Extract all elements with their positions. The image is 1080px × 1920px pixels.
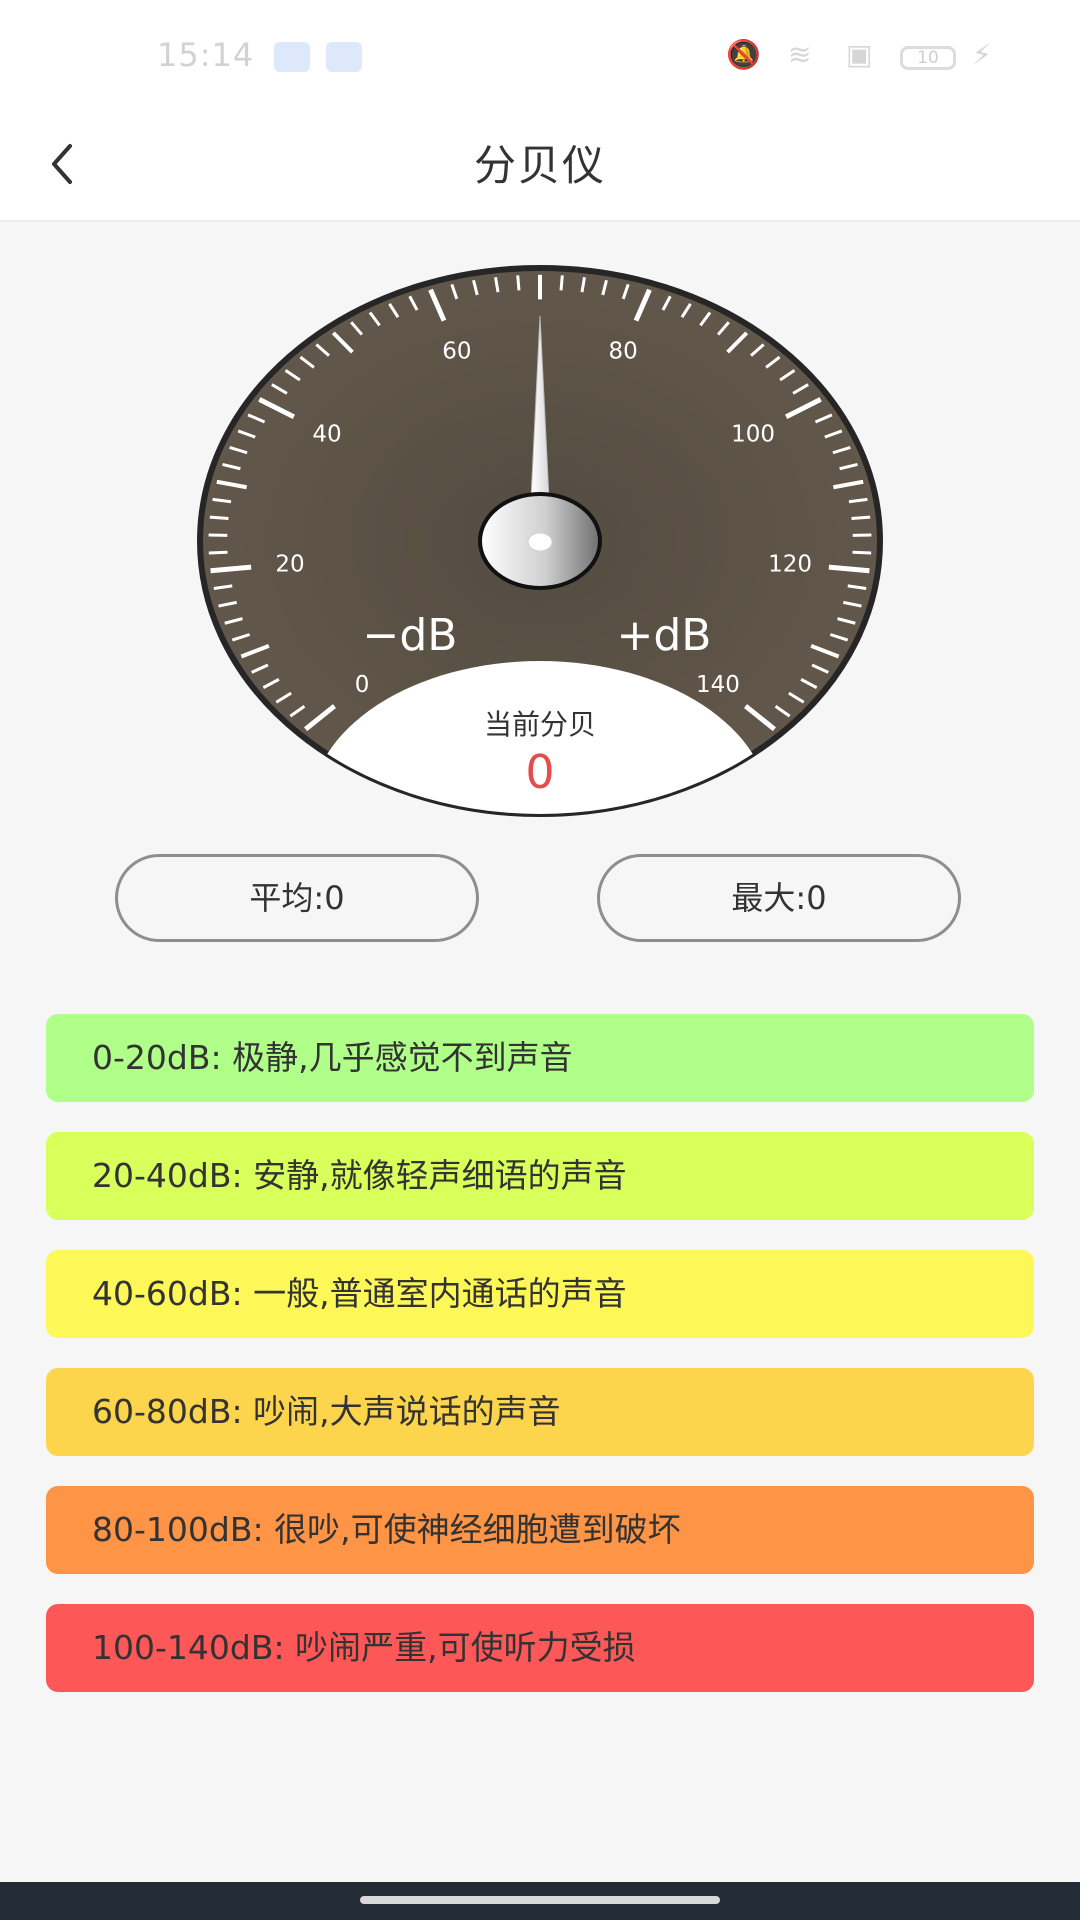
notification-icon (274, 42, 310, 72)
gauge-tick (516, 275, 521, 291)
message-icon (326, 42, 362, 72)
current-db-label: 当前分贝 (484, 708, 596, 741)
gauge-tick-label: 0 (355, 672, 370, 698)
level-40-60: 40-60dB: 一般,普通室内通话的声音 (46, 1250, 1034, 1338)
page-title: 分贝仪 (473, 141, 606, 190)
mute-icon: 🔕 (726, 38, 761, 71)
gauge-tick-label: 80 (608, 338, 637, 364)
gauge-tick-label: 40 (312, 422, 341, 448)
gauge-tick-label: 120 (768, 552, 812, 578)
plus-db-label: +dB (617, 610, 712, 661)
battery-icon: 10 (900, 46, 956, 70)
wifi-icon: ≋ (788, 38, 812, 71)
level-60-80: 60-80dB: 吵闹,大声说话的声音 (46, 1368, 1034, 1456)
current-db-value: 0 (525, 745, 554, 799)
gauge-hub-center (527, 532, 553, 552)
gauge-tick (559, 275, 564, 291)
level-100-140: 100-140dB: 吵闹严重,可使听力受损 (46, 1604, 1034, 1692)
noise-level-legend: 0-20dB: 极静,几乎感觉不到声音 20-40dB: 安静,就像轻声细语的声… (46, 1014, 1034, 1722)
gauge-tick-label: 20 (275, 552, 304, 578)
home-indicator[interactable] (360, 1896, 720, 1904)
minus-db-label: −dB (363, 610, 458, 661)
gauge-tick-label: 100 (731, 422, 775, 448)
gauge-tick-label: 60 (442, 338, 471, 364)
status-bar: 15:14 🔕 ≋ ▣ 10 ⚡ (0, 0, 1080, 110)
gauge-tick (208, 550, 228, 555)
gauge-tick-label: 140 (696, 672, 740, 698)
status-time: 15:14 (157, 36, 255, 74)
max-db-button[interactable]: 最大:0 (597, 854, 961, 942)
gauge-tick (851, 515, 871, 520)
gauge-tick (209, 515, 229, 520)
system-nav-bar (0, 1882, 1080, 1920)
charging-icon: ⚡ (972, 38, 992, 71)
app-bar: 分贝仪 (0, 110, 1080, 222)
level-20-40: 20-40dB: 安静,就像轻声细语的声音 (46, 1132, 1034, 1220)
decibel-gauge: 0 20 40 60 80 100 120 140 −dB +dB 当前分贝 0 (197, 265, 883, 817)
level-0-20: 0-20dB: 极静,几乎感觉不到声音 (46, 1014, 1034, 1102)
gauge-tick (852, 550, 872, 555)
level-80-100: 80-100dB: 很吵,可使神经细胞遭到破坏 (46, 1486, 1034, 1574)
average-db-button[interactable]: 平均:0 (115, 854, 479, 942)
sim-icon: ▣ (846, 38, 873, 71)
